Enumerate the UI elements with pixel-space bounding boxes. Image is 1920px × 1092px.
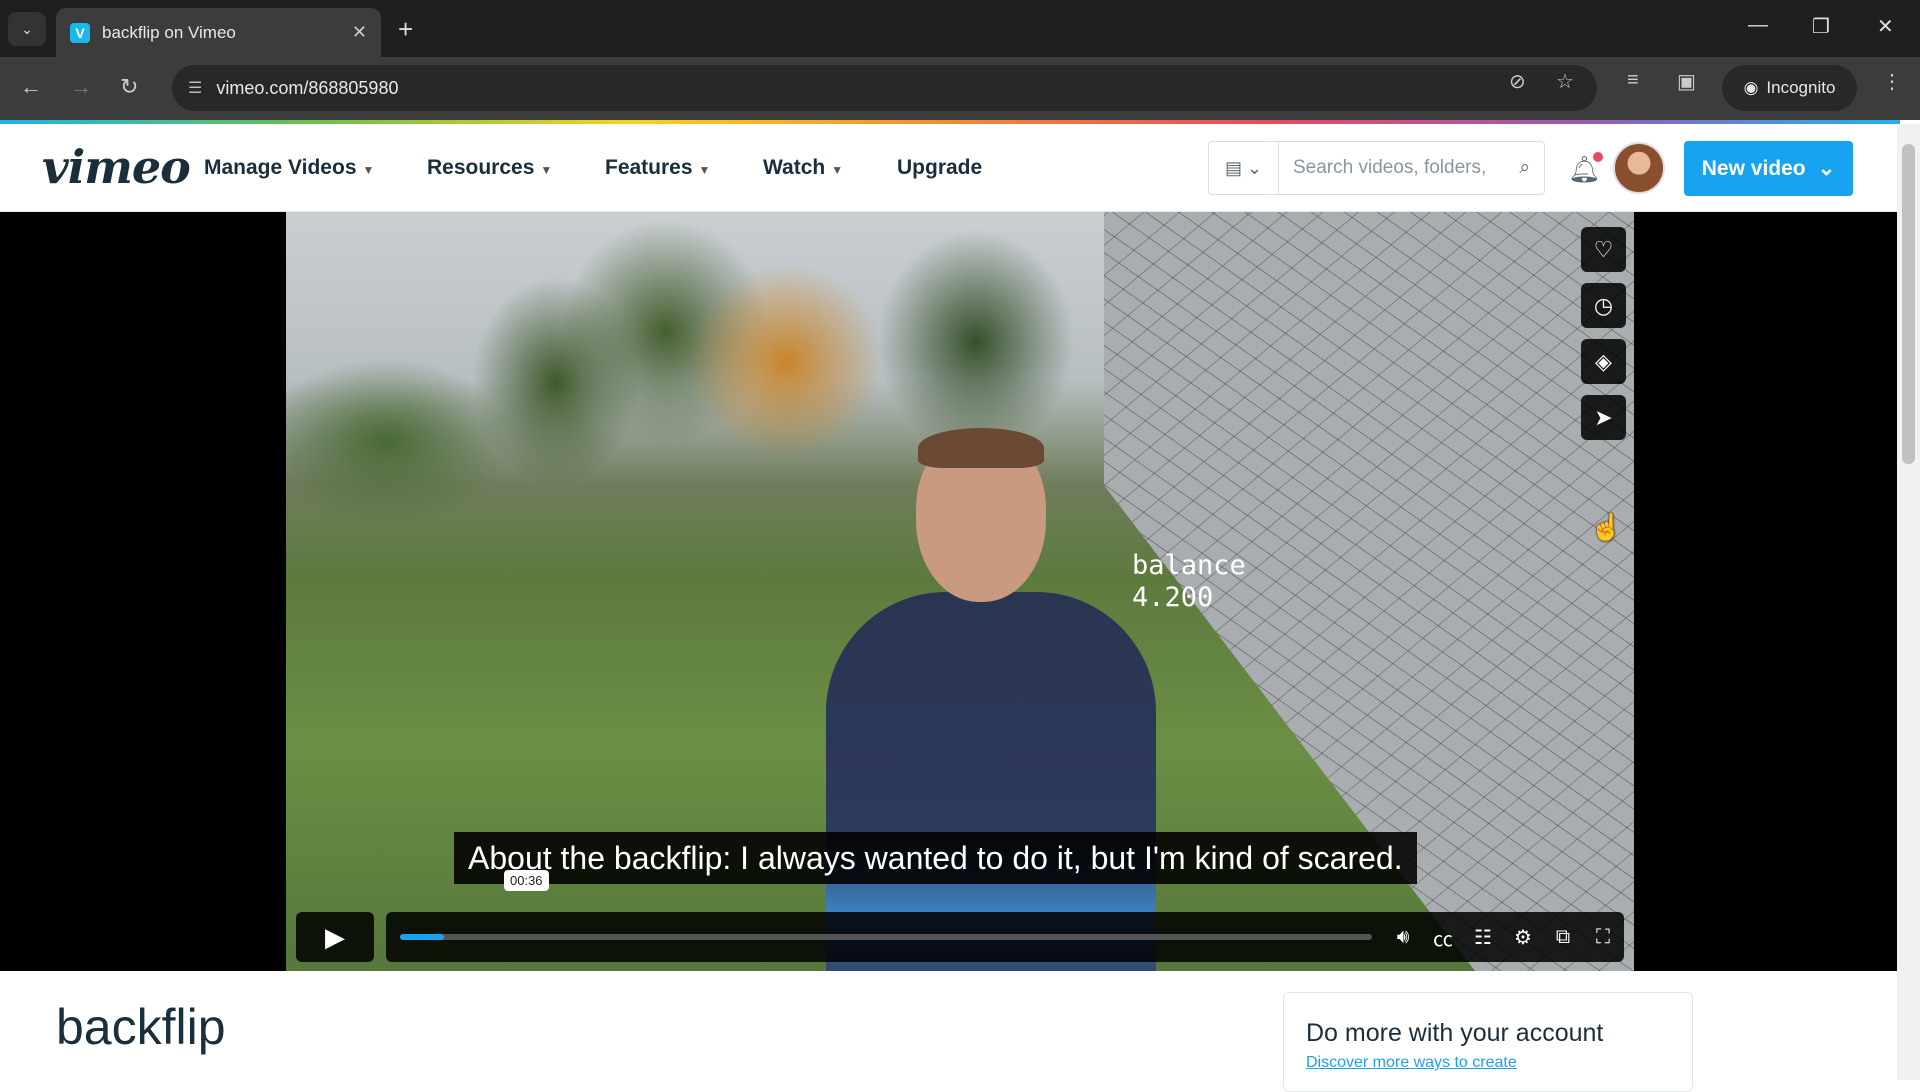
site-settings-icon[interactable]: ☰ bbox=[188, 78, 202, 98]
chevron-down-icon: ▼ bbox=[831, 163, 844, 177]
settings-gear-icon[interactable]: ⚙ bbox=[1512, 925, 1534, 950]
captions-icon[interactable]: ㏄ bbox=[1432, 923, 1454, 952]
close-window-button[interactable]: ✕ bbox=[1877, 14, 1894, 39]
notification-dot bbox=[1593, 152, 1604, 162]
picture-in-picture-icon[interactable]: ⧉ bbox=[1552, 926, 1574, 949]
page-scrollbar[interactable] bbox=[1897, 124, 1920, 1080]
chevron-down-icon: ⌄ bbox=[21, 20, 33, 37]
chevron-down-icon: ⌄ bbox=[1817, 157, 1836, 180]
hud-label: balance bbox=[1132, 550, 1246, 581]
browser-toolbar: ← → ↻ ☰ vimeo.com/868805980 ⊘ ☆ ≡ ▣ ◉ In… bbox=[0, 57, 1920, 120]
nav-label: Upgrade bbox=[897, 156, 983, 179]
control-icons: 🔊︎ ㏄ ☷ ⚙ ⧉ ⛶ bbox=[1392, 912, 1614, 962]
address-bar[interactable]: ☰ vimeo.com/868805980 bbox=[172, 65, 1597, 111]
side-panel-icon[interactable]: ▣ bbox=[1677, 69, 1696, 94]
play-button[interactable]: ▶ bbox=[296, 912, 374, 962]
nav-watch[interactable]: Watch ▼ bbox=[763, 156, 843, 180]
progress-track[interactable] bbox=[400, 934, 1372, 940]
url-text: vimeo.com/868805980 bbox=[216, 77, 399, 98]
site-header: vimeo Manage Videos ▼ Resources ▼ Features… bbox=[0, 124, 1900, 212]
incognito-label: Incognito bbox=[1766, 78, 1836, 97]
volume-icon[interactable]: 🔊︎ bbox=[1392, 926, 1414, 949]
hud-value: 4.200 bbox=[1132, 582, 1214, 613]
notifications-bell-icon[interactable]: 🔔︎ bbox=[1568, 152, 1604, 185]
avatar[interactable] bbox=[1613, 142, 1665, 194]
vimeo-favicon-icon: V bbox=[70, 22, 90, 43]
star-icon[interactable]: ☆ bbox=[1556, 69, 1574, 94]
player-stage: balance 4.200 ♡ ◷ ◈ ➤ About the backflip… bbox=[0, 212, 1897, 971]
eye-off-icon[interactable]: ⊘ bbox=[1509, 69, 1526, 94]
forward-arrow-icon[interactable]: → bbox=[70, 74, 92, 100]
share-icon[interactable]: ➤ bbox=[1581, 395, 1626, 440]
nav-label: Manage Videos bbox=[204, 156, 357, 179]
incognito-icon: ◉ bbox=[1743, 78, 1759, 97]
video-title: backflip bbox=[56, 999, 226, 1055]
video-frame-person bbox=[826, 428, 1156, 971]
play-icon: ▶ bbox=[325, 921, 345, 952]
heart-icon[interactable]: ♡ bbox=[1581, 227, 1626, 272]
restore-button[interactable]: ❐ bbox=[1812, 14, 1830, 39]
browser-tab[interactable]: V backflip on Vimeo ✕ bbox=[56, 8, 381, 57]
reload-icon[interactable]: ↻ bbox=[120, 74, 138, 100]
search-box[interactable]: ▤ ⌄ Search videos, folders, ⌕ bbox=[1208, 141, 1545, 195]
new-tab-button[interactable]: + bbox=[398, 14, 413, 45]
pointer-cursor-icon: ☝ bbox=[1590, 512, 1623, 542]
media-controls-icon[interactable]: ≡ bbox=[1627, 69, 1639, 92]
layers-icon[interactable]: ◈ bbox=[1581, 339, 1626, 384]
back-arrow-icon[interactable]: ← bbox=[20, 74, 42, 100]
clock-icon[interactable]: ◷ bbox=[1581, 283, 1626, 328]
player-controls: ▶ 00:36 🔊︎ ㏄ ☷ ⚙ ⧉ ⛶ bbox=[296, 870, 1624, 962]
nav-label: Features bbox=[605, 156, 693, 179]
subtitle-caption: About the backflip: I always wanted to d… bbox=[454, 832, 1417, 884]
nav-label: Resources bbox=[427, 156, 535, 179]
more-menu-icon[interactable]: ⋮ bbox=[1882, 69, 1902, 94]
nav-upgrade[interactable]: Upgrade bbox=[897, 156, 982, 180]
search-scope-dropdown[interactable]: ▤ ⌄ bbox=[1209, 142, 1279, 194]
nav-features[interactable]: Features ▼ bbox=[605, 156, 710, 180]
chevron-down-icon: ▼ bbox=[362, 163, 375, 177]
progress-fill bbox=[400, 934, 444, 940]
chevron-down-icon: ▼ bbox=[540, 163, 553, 177]
tab-close-icon[interactable]: ✕ bbox=[352, 22, 367, 43]
scrollbar-thumb[interactable] bbox=[1902, 144, 1915, 464]
search-input[interactable]: Search videos, folders, bbox=[1279, 157, 1519, 179]
vimeo-logo[interactable]: vimeo bbox=[42, 140, 191, 194]
tab-title: backflip on Vimeo bbox=[102, 22, 236, 42]
account-promo-card: Do more with your account Discover more … bbox=[1283, 992, 1693, 1092]
minimize-button[interactable]: — bbox=[1748, 14, 1768, 37]
player-side-buttons: ♡ ◷ ◈ ➤ bbox=[1581, 227, 1626, 451]
control-bar: 00:36 🔊︎ ㏄ ☷ ⚙ ⧉ ⛶ bbox=[386, 870, 1624, 962]
timecode-tooltip: 00:36 bbox=[504, 870, 549, 891]
video-library-icon: ▤ ⌄ bbox=[1224, 157, 1263, 178]
video-overlay-text: balance 4.200 bbox=[1132, 550, 1246, 614]
new-video-label: New video bbox=[1701, 156, 1806, 180]
promo-link[interactable]: Discover more ways to create bbox=[1306, 1054, 1670, 1072]
nav-resources[interactable]: Resources ▼ bbox=[427, 156, 552, 180]
chevron-down-icon: ▼ bbox=[698, 163, 711, 177]
browser-tab-strip: ⌄ V backflip on Vimeo ✕ + — ❐ ✕ bbox=[0, 0, 1920, 57]
nav-label: Watch bbox=[763, 156, 826, 179]
search-icon[interactable]: ⌕ bbox=[1519, 157, 1544, 179]
video-player[interactable]: balance 4.200 ♡ ◷ ◈ ➤ About the backflip… bbox=[286, 212, 1634, 971]
new-video-button[interactable]: New video ⌄ bbox=[1684, 141, 1853, 196]
nav-manage-videos[interactable]: Manage Videos ▼ bbox=[204, 156, 374, 180]
incognito-indicator[interactable]: ◉ Incognito bbox=[1722, 65, 1857, 111]
tab-search-button[interactable]: ⌄ bbox=[8, 12, 46, 46]
transcript-icon[interactable]: ☷ bbox=[1472, 925, 1494, 950]
promo-heading: Do more with your account bbox=[1306, 1019, 1604, 1047]
fullscreen-icon[interactable]: ⛶ bbox=[1592, 926, 1614, 949]
